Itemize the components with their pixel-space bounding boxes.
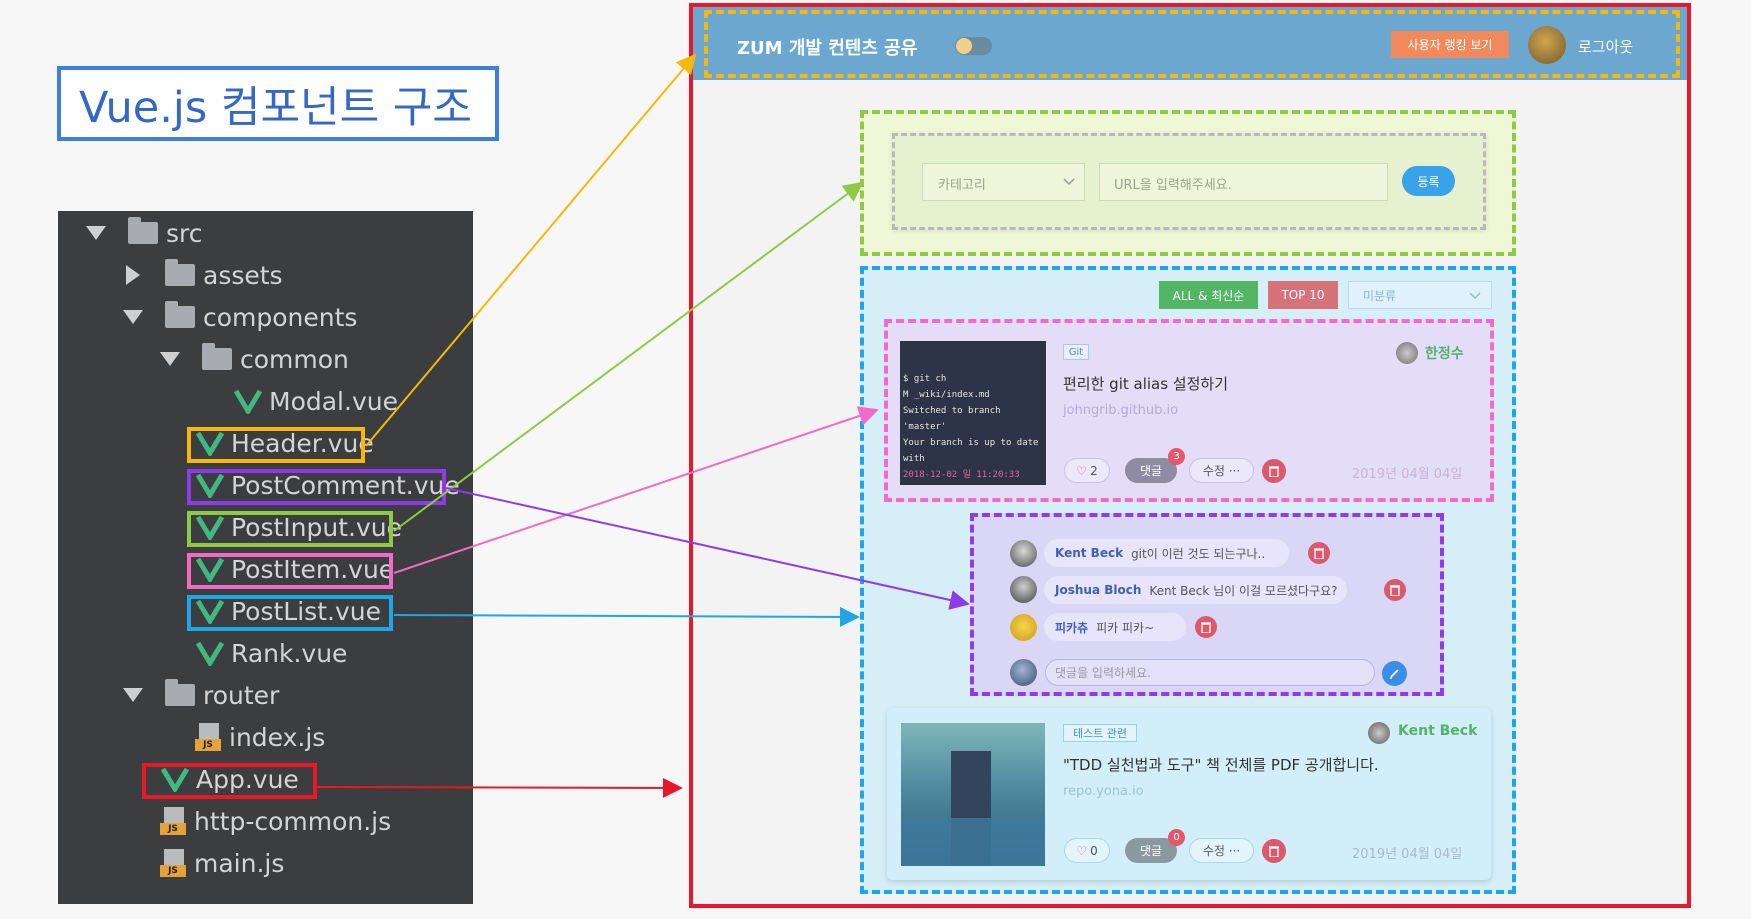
arrow-post-comment bbox=[445, 487, 970, 610]
connector-arrows bbox=[313, 53, 970, 798]
arrow-post-input bbox=[393, 181, 864, 532]
arrow-header bbox=[365, 53, 697, 447]
arrow-app bbox=[313, 777, 683, 798]
arrow-post-item bbox=[393, 406, 879, 574]
arrow-post-list bbox=[393, 606, 860, 627]
